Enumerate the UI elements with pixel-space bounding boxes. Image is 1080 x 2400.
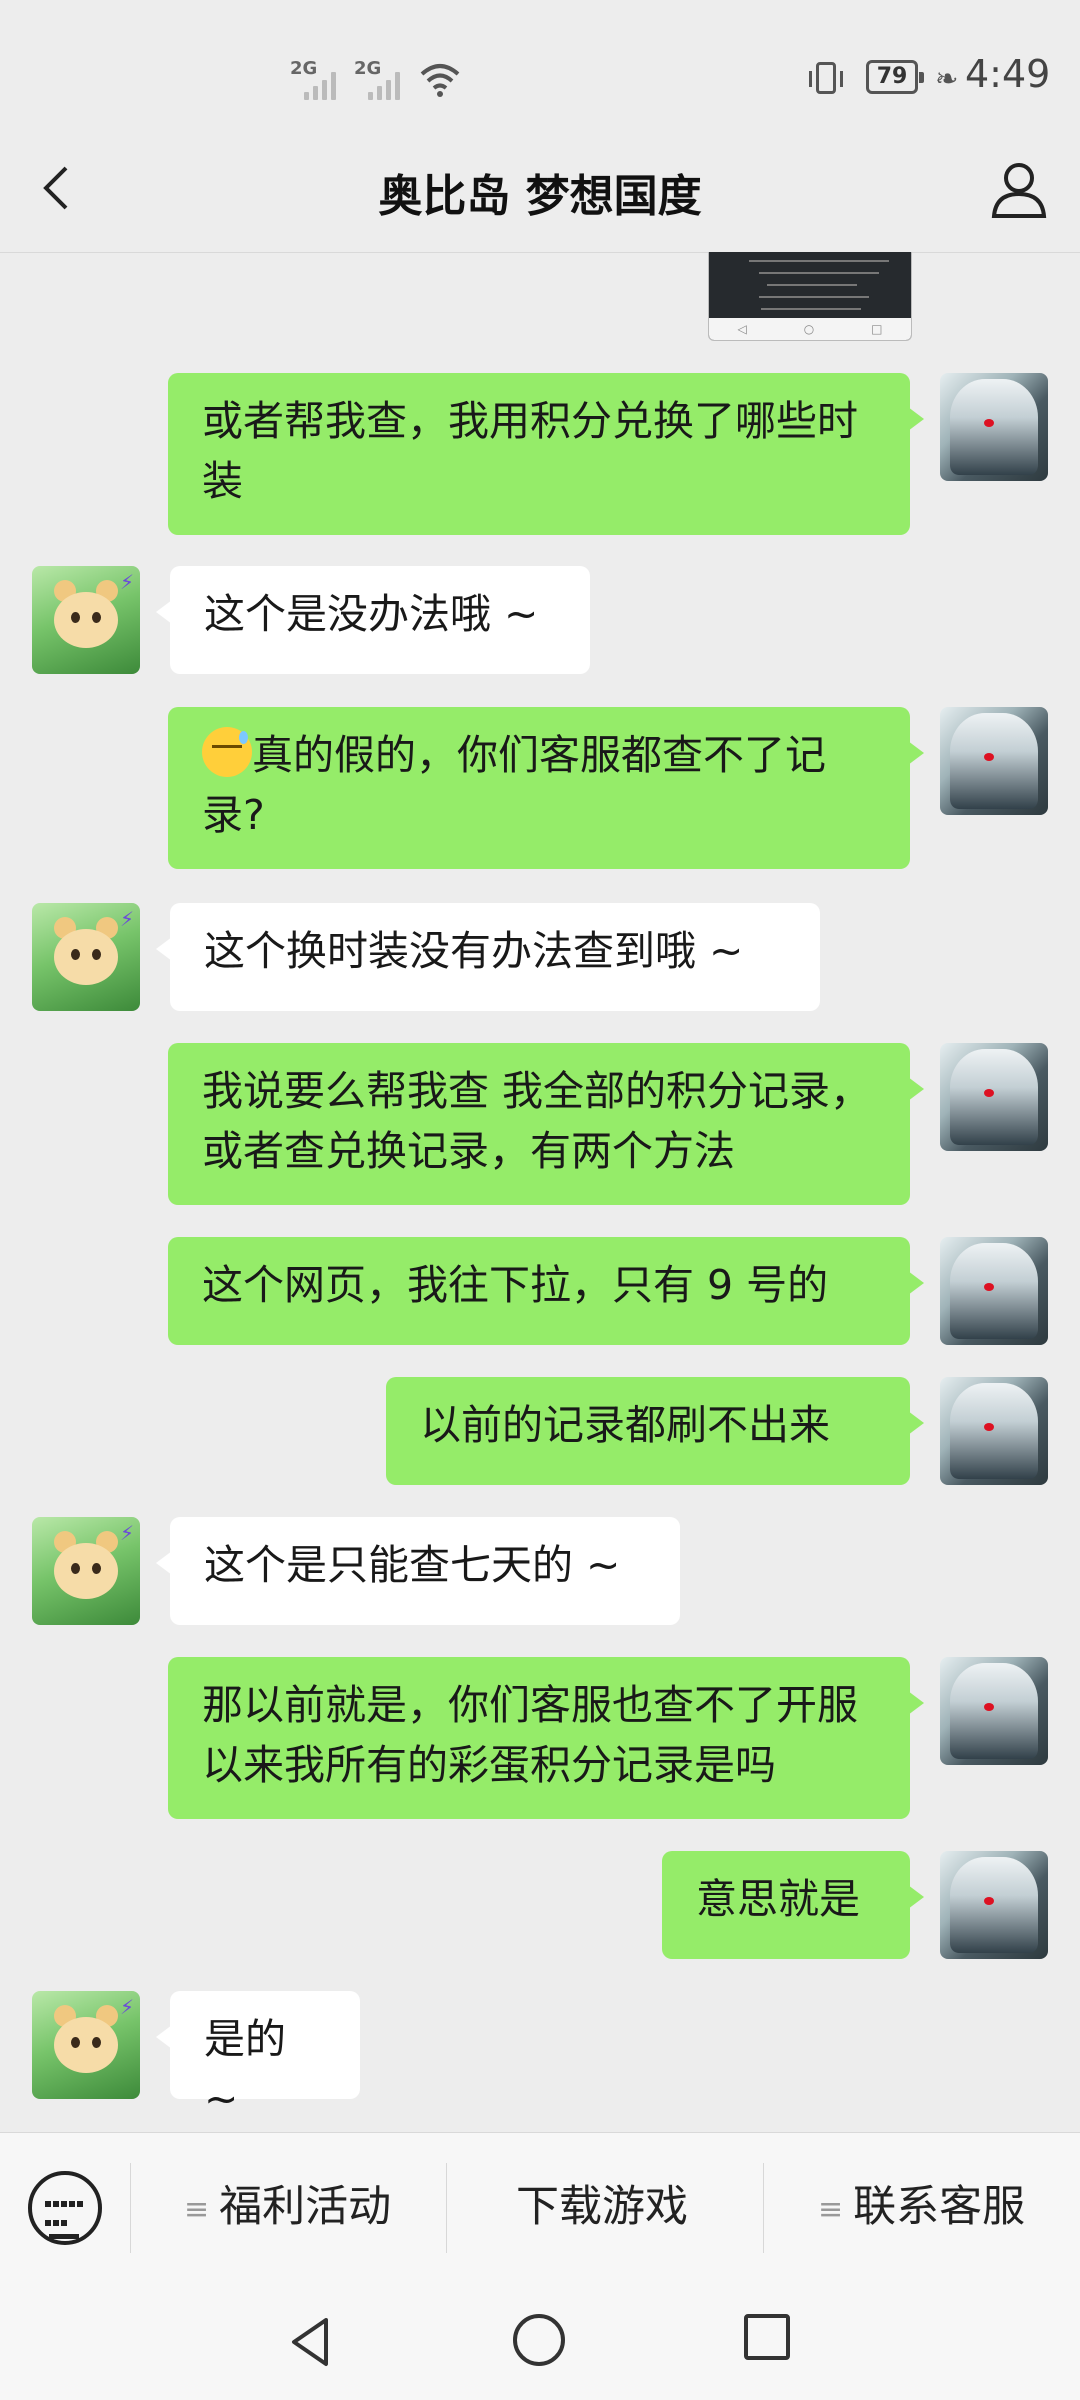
message-bubble-sent[interactable]: 以前的记录都刷不出来 <box>386 1377 924 1485</box>
my-avatar[interactable] <box>940 1657 1048 1765</box>
submenu-list-icon: ≡ <box>184 2192 210 2227</box>
service-avatar[interactable]: ⚡ <box>32 1517 140 1625</box>
my-avatar[interactable] <box>940 707 1048 815</box>
wifi-icon <box>420 64 460 97</box>
official-account-menu-bar: ≡ 福利活动 下载游戏 ≡ 联系客服 <box>0 2132 1080 2283</box>
image-message-thumbnail[interactable]: ◁ ○ □ <box>708 252 912 341</box>
system-navigation-bar <box>0 2282 1080 2400</box>
message-bubble-received[interactable]: 这个是没办法哦 ~ <box>156 566 590 674</box>
vibrate-icon <box>809 62 843 94</box>
keyboard-toggle-icon[interactable] <box>28 2171 102 2245</box>
message-bubble-sent[interactable]: 意思就是 <box>662 1851 924 1959</box>
nav-home-icon[interactable] <box>513 2314 565 2366</box>
my-avatar[interactable] <box>940 1237 1048 1345</box>
my-avatar[interactable] <box>940 1043 1048 1151</box>
message-bubble-sent[interactable]: 真的假的，你们客服都查不了记录? <box>168 707 924 869</box>
my-avatar[interactable] <box>940 1377 1048 1485</box>
profile-person-icon[interactable] <box>988 158 1050 220</box>
my-avatar[interactable] <box>940 373 1048 481</box>
menu-divider <box>763 2163 764 2253</box>
nav-back-icon[interactable] <box>282 2312 342 2372</box>
signal-sim2-icon: 2G <box>354 58 400 100</box>
nav-recent-apps-icon[interactable] <box>744 2314 790 2360</box>
menu-item-download-game[interactable]: 下载游戏 <box>516 2177 688 2237</box>
message-bubble-received[interactable]: 这个是只能查七天的 ~ <box>156 1517 680 1625</box>
chat-title: 奥比岛 梦想国度 <box>378 171 702 222</box>
service-avatar[interactable]: ⚡ <box>32 566 140 674</box>
service-avatar[interactable]: ⚡ <box>32 903 140 1011</box>
message-bubble-received[interactable]: 是的 ~ <box>156 1991 360 2123</box>
power-saving-leaf-icon: ❧ <box>935 62 959 95</box>
clock: 4:49 <box>965 52 1051 96</box>
menu-divider <box>130 2163 131 2253</box>
signal-sim1-icon: 2G <box>290 58 336 100</box>
menu-divider <box>446 2163 447 2253</box>
message-bubble-sent[interactable]: 那以前就是，你们客服也查不了开服以来我所有的彩蛋积分记录是吗 <box>168 1657 924 1819</box>
sweat-smile-emoji-icon <box>202 727 252 777</box>
menu-item-welfare[interactable]: ≡ 福利活动 <box>184 2177 391 2237</box>
message-bubble-sent[interactable]: 或者帮我查，我用积分兑换了哪些时装 <box>168 373 924 535</box>
battery-icon: 79 <box>866 60 924 94</box>
submenu-list-icon: ≡ <box>818 2192 844 2227</box>
service-avatar[interactable]: ⚡ <box>32 1991 140 2099</box>
message-bubble-sent[interactable]: 这个网页，我往下拉，只有 9 号的 <box>168 1237 924 1345</box>
message-bubble-received[interactable]: 这个换时装没有办法查到哦 ~ <box>156 903 820 1011</box>
menu-item-contact-support[interactable]: ≡ 联系客服 <box>818 2177 1025 2237</box>
chat-header: 奥比岛 梦想国度 <box>0 130 1080 253</box>
message-bubble-sent[interactable]: 我说要么帮我查 我全部的积分记录，或者查兑换记录，有两个方法 <box>168 1043 924 1205</box>
my-avatar[interactable] <box>940 1851 1048 1959</box>
